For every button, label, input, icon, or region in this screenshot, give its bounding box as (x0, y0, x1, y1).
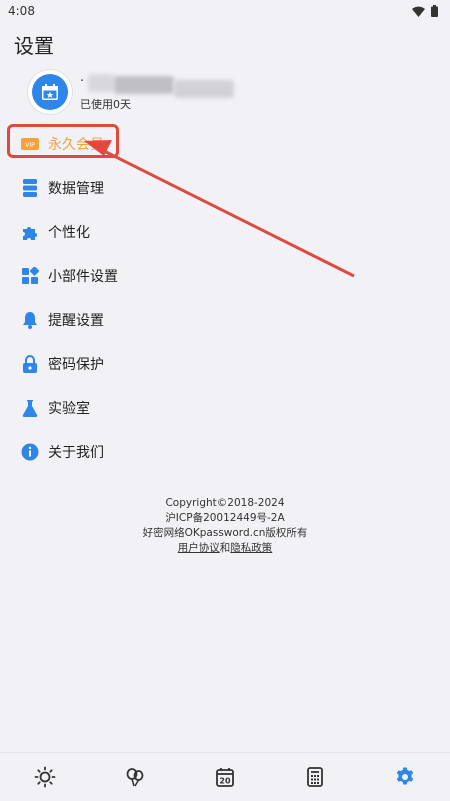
status-icons (412, 5, 438, 17)
redacted-name (114, 76, 174, 94)
status-bar: 4:08 (0, 0, 450, 22)
menu-label: 个性化 (48, 225, 90, 241)
nav-tab-celebrations[interactable] (113, 755, 157, 799)
lock-icon (21, 355, 39, 373)
menu-item-personalize[interactable]: 个性化 (0, 210, 450, 254)
menu-item-password-protection[interactable]: 密码保护 (0, 342, 450, 386)
menu-label: 数据管理 (48, 181, 104, 197)
battery-icon (431, 5, 438, 17)
profile-name: · (80, 74, 85, 89)
menu-label: 小部件设置 (48, 269, 118, 285)
highlight-annotation (7, 124, 119, 158)
profile-usage-days: 已使用0天 (80, 98, 131, 111)
bell-icon (21, 311, 39, 329)
status-time: 4:08 (8, 4, 35, 18)
wifi-icon (412, 6, 425, 17)
menu-item-lab[interactable]: 实验室 (0, 386, 450, 430)
footer-links: 用户协议和隐私政策 (0, 541, 450, 556)
profile-card[interactable]: · 已使用0天 (28, 70, 328, 116)
menu-label: 密码保护 (48, 357, 104, 373)
calendar-icon: 20 (216, 768, 234, 787)
footer-icp: 沪ICP备20012449号-2A (165, 512, 285, 524)
footer-owner: 好密网络OKpassword.cn版权所有 (142, 527, 308, 539)
footer-copyright: Copyright©2018-2024 (165, 497, 285, 509)
menu-label: 提醒设置 (48, 313, 104, 329)
nav-tab-tools[interactable] (293, 755, 337, 799)
menu-label: 实验室 (48, 401, 90, 417)
redacted-name (88, 74, 114, 92)
user-agreement-link[interactable]: 用户协议 (178, 542, 220, 554)
redacted-name (174, 80, 234, 98)
privacy-policy-link[interactable]: 隐私政策 (230, 542, 272, 554)
avatar[interactable] (28, 70, 72, 114)
database-icon (21, 179, 39, 197)
widgets-icon (21, 267, 39, 285)
menu-item-widgets[interactable]: 小部件设置 (0, 254, 450, 298)
sun-icon (34, 766, 56, 788)
puzzle-icon (21, 223, 39, 241)
nav-tab-calendar[interactable]: 20 (203, 755, 247, 799)
footer: Copyright©2018-2024 沪ICP备20012449号-2A 好密… (0, 496, 450, 556)
balloons-icon (126, 768, 144, 787)
calendar-badge: 20 (219, 777, 231, 786)
nav-tab-settings[interactable] (383, 755, 427, 799)
footer-and: 和 (219, 542, 231, 554)
calculator-icon (307, 767, 323, 787)
calendar-avatar-icon (42, 84, 58, 100)
menu-item-about[interactable]: 关于我们 (0, 430, 450, 474)
menu-item-reminders[interactable]: 提醒设置 (0, 298, 450, 342)
menu-item-data-management[interactable]: 数据管理 (0, 166, 450, 210)
flask-icon (21, 399, 39, 417)
page-title: 设置 (14, 34, 54, 58)
menu-label: 关于我们 (48, 445, 104, 461)
info-icon (21, 443, 39, 461)
nav-tab-today[interactable] (23, 755, 67, 799)
settings-gear-icon (396, 767, 414, 785)
bottom-nav: 20 (0, 752, 450, 801)
